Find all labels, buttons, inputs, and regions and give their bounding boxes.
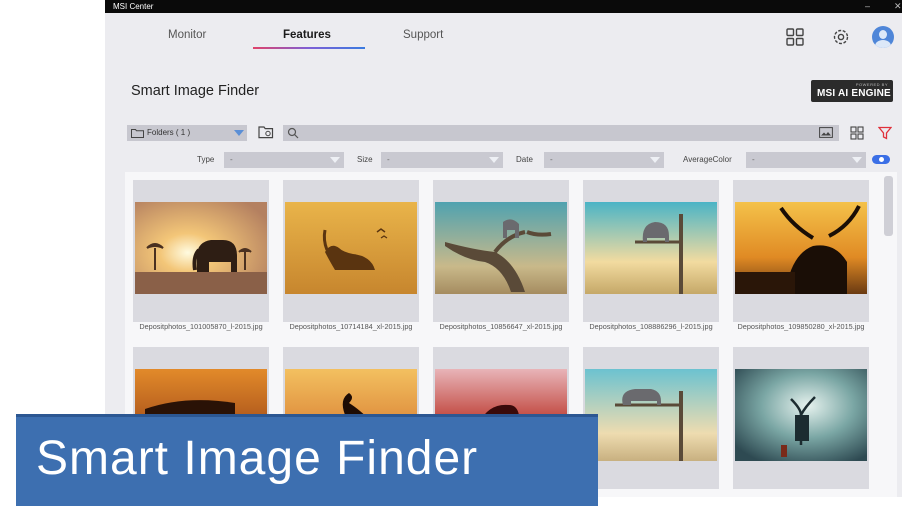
size-select[interactable]: -: [381, 152, 503, 168]
size-label: Size: [357, 155, 373, 164]
image-card[interactable]: [283, 180, 419, 322]
chevron-down-icon: [330, 157, 340, 163]
image-card[interactable]: [583, 180, 719, 322]
image-card[interactable]: [733, 180, 869, 322]
chevron-down-icon: [234, 130, 244, 136]
grid-apps-icon[interactable]: [785, 27, 805, 47]
filter-icon[interactable]: [878, 126, 892, 140]
average-color-select[interactable]: -: [746, 152, 866, 168]
image-card[interactable]: [733, 347, 869, 489]
msi-ai-engine-badge: POWERED BY MSI AI ENGINE: [811, 80, 893, 102]
visibility-toggle-icon[interactable]: [872, 155, 890, 164]
folders-label: Folders ( 1 ): [147, 128, 191, 137]
badge-powered-by: POWERED BY: [855, 82, 888, 87]
user-avatar[interactable]: [872, 26, 894, 48]
badge-engine-name: MSI AI ENGINE: [817, 88, 891, 99]
average-color-label: AverageColor: [683, 155, 732, 164]
minimize-button[interactable]: –: [865, 0, 870, 13]
size-value: -: [387, 155, 390, 164]
image-search-icon[interactable]: [819, 127, 833, 138]
chevron-down-icon: [650, 157, 660, 163]
tab-support[interactable]: Support: [403, 29, 443, 41]
image-thumbnail: [735, 369, 867, 461]
file-name: Depositphotos_10714184_xl-2015.jpg: [289, 322, 413, 331]
date-value: -: [550, 155, 553, 164]
filter-row: Type - Size - Date - AverageColor -: [105, 150, 902, 170]
file-name: Depositphotos_101005870_l-2015.jpg: [139, 322, 263, 331]
banner-title: Smart Image Finder: [36, 432, 479, 485]
file-name: Depositphotos_109850280_xl-2015.jpg: [737, 322, 865, 331]
image-thumbnail: [585, 202, 717, 294]
search-bar[interactable]: [283, 125, 839, 141]
search-icon: [287, 127, 299, 139]
average-color-value: -: [752, 155, 755, 164]
tab-features[interactable]: Features: [283, 29, 331, 41]
tab-monitor[interactable]: Monitor: [168, 29, 206, 41]
active-tab-indicator: [253, 47, 365, 49]
image-card[interactable]: [583, 347, 719, 489]
date-label: Date: [516, 155, 533, 164]
add-folder-icon[interactable]: [258, 125, 274, 139]
close-button[interactable]: ✕: [894, 0, 902, 13]
grid-view-icon[interactable]: [850, 126, 864, 140]
folder-icon: [131, 129, 144, 138]
date-select[interactable]: -: [544, 152, 664, 168]
page-title: Smart Image Finder: [131, 83, 260, 99]
toolbar: Folders ( 1 ): [105, 122, 902, 144]
image-card[interactable]: [433, 180, 569, 322]
image-thumbnail: [135, 202, 267, 294]
title-bar: MSI Center – ✕: [105, 0, 902, 13]
image-thumbnail: [285, 202, 417, 294]
image-thumbnail: [435, 202, 567, 294]
file-name: Depositphotos_108886296_l-2015.jpg: [589, 322, 713, 331]
type-select[interactable]: -: [224, 152, 344, 168]
type-value: -: [230, 155, 233, 164]
gear-icon[interactable]: [831, 27, 851, 47]
file-name: Depositphotos_10856647_xl-2015.jpg: [439, 322, 563, 331]
image-thumbnail: [735, 202, 867, 294]
image-card[interactable]: [133, 180, 269, 322]
chevron-down-icon: [489, 157, 499, 163]
feature-caption-banner: Smart Image Finder: [16, 414, 598, 506]
folders-dropdown[interactable]: Folders ( 1 ): [127, 125, 247, 141]
gallery-scrollbar[interactable]: [884, 176, 893, 236]
chevron-down-icon: [852, 157, 862, 163]
top-nav: Monitor Features Support: [105, 14, 902, 58]
type-label: Type: [197, 155, 215, 164]
image-thumbnail: [585, 369, 717, 461]
window-title: MSI Center: [113, 2, 154, 11]
